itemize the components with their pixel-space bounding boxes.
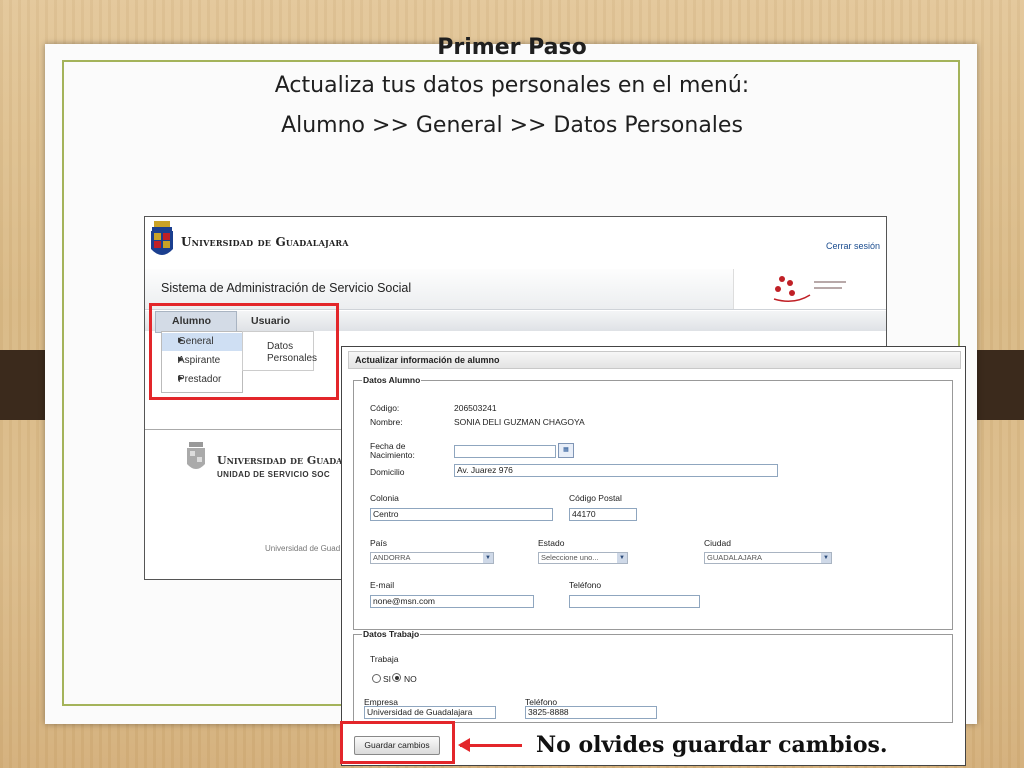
email-label: E-mail — [370, 580, 395, 590]
save-highlight-box — [340, 721, 455, 764]
trabaja-no-radio[interactable] — [392, 673, 401, 682]
slide-heading: Primer Paso Actualiza tus datos personal… — [0, 34, 1024, 146]
portal-header: Universidad de Guadalajara Cerrar sesión — [145, 217, 886, 270]
no-label: NO — [404, 674, 417, 684]
trabaja-label: Trabaja — [370, 654, 399, 664]
chevron-down-icon: ▼ — [483, 553, 493, 563]
trabaja-si-radio[interactable] — [372, 674, 381, 683]
footer-unit-name: UNIDAD DE SERVICIO SOC — [217, 470, 331, 479]
estado-select[interactable]: Seleccione uno... ▼ — [538, 552, 628, 564]
ciudad-select-value: GUADALAJARA — [707, 553, 763, 562]
university-name: Universidad de Guadalajara — [181, 235, 349, 249]
colonia-input[interactable]: Centro — [370, 508, 553, 521]
system-title: Sistema de Administración de Servicio So… — [161, 281, 412, 295]
window-title-bar: Actualizar información de alumno — [348, 351, 961, 369]
colonia-label: Colonia — [370, 493, 399, 503]
estado-select-value: Seleccione uno... — [541, 553, 599, 562]
section-datos-trabajo-legend: Datos Trabajo — [363, 629, 420, 639]
slide-menu-path: Alumno >> General >> Datos Personales — [281, 113, 743, 138]
nombre-value: SONIA DELI GUZMAN CHAGOYA — [454, 417, 585, 427]
codigo-label: Código: — [370, 403, 400, 413]
section-datos-alumno-legend: Datos Alumno — [363, 375, 421, 385]
pais-select-value: ANDORRA — [373, 553, 411, 562]
update-student-window: Actualizar información de alumno Datos A… — [341, 346, 966, 766]
chevron-down-icon: ▼ — [617, 553, 627, 563]
codigo-postal-label: Código Postal — [569, 493, 622, 503]
telefono-input[interactable] — [569, 595, 700, 608]
codigo-postal-input[interactable]: 44170 — [569, 508, 637, 521]
si-label: SI — [383, 674, 392, 684]
footer-university-name: Universidad de Guadalaj — [217, 454, 358, 467]
servicio-social-logo — [733, 269, 886, 309]
university-crest-icon — [151, 221, 173, 255]
university-crest-icon — [187, 442, 205, 469]
telefono-label: Teléfono — [569, 580, 602, 590]
chevron-down-icon: ▼ — [821, 553, 831, 563]
domicilio-label: Domicilio — [370, 467, 405, 477]
menu-highlight-box — [149, 303, 339, 400]
slide-instruction: Actualiza tus datos personales en el men… — [274, 73, 750, 98]
telefono-trabajo-input[interactable]: 3825-8888 — [525, 706, 657, 719]
fecha-nacimiento-input[interactable] — [454, 445, 556, 458]
calendar-icon[interactable]: ▦ — [558, 443, 574, 458]
domicilio-input[interactable]: Av. Juarez 976 — [454, 464, 778, 477]
email-input[interactable]: none@msn.com — [370, 595, 534, 608]
arrow-left-icon — [458, 738, 522, 752]
datos-alumno-section: Datos Alumno — [353, 375, 953, 630]
nombre-label: Nombre: — [370, 417, 403, 427]
save-reminder-note: No olvides guardar cambios. — [536, 732, 888, 758]
footer-small-text: Universidad de Guad — [265, 544, 341, 553]
fecha-label-line2: Nacimiento: — [370, 450, 415, 460]
window-title: Actualizar información de alumno — [355, 355, 500, 365]
slide-title: Primer Paso — [437, 35, 587, 60]
ciudad-label: Ciudad — [704, 538, 731, 548]
logout-link[interactable]: Cerrar sesión — [826, 241, 880, 251]
ciudad-select[interactable]: GUADALAJARA ▼ — [704, 552, 832, 564]
empresa-input[interactable]: Universidad de Guadalajara — [364, 706, 496, 719]
codigo-value: 206503241 — [454, 403, 497, 413]
estado-label: Estado — [538, 538, 565, 548]
pais-label: País — [370, 538, 388, 548]
pais-select[interactable]: ANDORRA ▼ — [370, 552, 494, 564]
servicio-social-logo-icon — [773, 276, 846, 302]
